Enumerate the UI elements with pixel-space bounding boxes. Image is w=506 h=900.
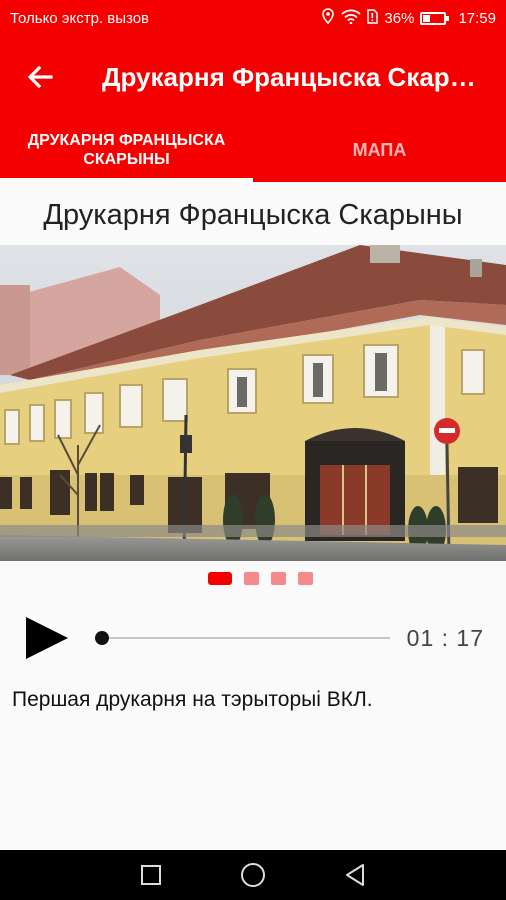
play-button[interactable]	[22, 613, 72, 663]
location-icon	[321, 8, 335, 28]
tab-bar: ДРУКАРНЯ ФРАНЦЫСКА СКАРЫНЫ МАПА	[0, 118, 506, 182]
seek-track	[102, 637, 390, 639]
carrier-text: Только экстр. вызов	[10, 9, 150, 27]
back-nav-button[interactable]	[335, 855, 375, 895]
status-bar: Только экстр. вызов 36% 17:59	[0, 0, 506, 36]
battery-percent: 36%	[384, 9, 415, 27]
place-title: Друкарня Францыска Скарыны	[43, 199, 463, 231]
app-bar: Друкарня Францыска Скарыны	[0, 36, 506, 118]
tab-map[interactable]: МАПА	[253, 118, 506, 182]
clock: 17:59	[458, 9, 496, 27]
battery-icon	[420, 11, 450, 25]
status-icons: 36% 17:59	[321, 8, 496, 28]
back-button[interactable]	[0, 36, 80, 118]
arrow-left-icon	[27, 65, 53, 89]
recents-square-icon	[141, 865, 161, 885]
tab-indicator	[0, 178, 253, 182]
recents-button[interactable]	[131, 855, 171, 895]
battery-fill	[423, 14, 431, 22]
home-button[interactable]	[233, 855, 273, 895]
pager-dot[interactable]	[243, 572, 259, 585]
sim-icon	[367, 8, 379, 28]
gallery-pager	[0, 572, 506, 585]
duration-time: 01 : 17	[406, 624, 484, 651]
pager-dot[interactable]	[207, 572, 232, 585]
tab-label: ДРУКАРНЯ ФРАНЦЫСКА СКАРЫНЫ	[27, 132, 226, 168]
tab-printing-house[interactable]: ДРУКАРНЯ ФРАНЦЫСКА СКАРЫНЫ	[0, 118, 253, 182]
system-nav-bar	[0, 850, 506, 900]
wifi-icon	[341, 9, 362, 28]
place-description: Першая друкарня на тэрыторыі ВКЛ.	[12, 688, 373, 711]
home-circle-icon	[241, 863, 265, 887]
pager-dot[interactable]	[270, 572, 286, 585]
pager-dot[interactable]	[297, 572, 313, 585]
back-triangle-icon	[346, 864, 364, 886]
seek-thumb[interactable]	[95, 631, 109, 645]
tab-label: МАПА	[352, 139, 407, 160]
audio-player: 01 : 17	[0, 608, 506, 668]
play-icon	[26, 617, 68, 659]
seek-bar[interactable]	[95, 628, 390, 648]
place-photo[interactable]	[0, 245, 506, 561]
app-title: Друкарня Францыска Скарыны	[102, 61, 482, 92]
